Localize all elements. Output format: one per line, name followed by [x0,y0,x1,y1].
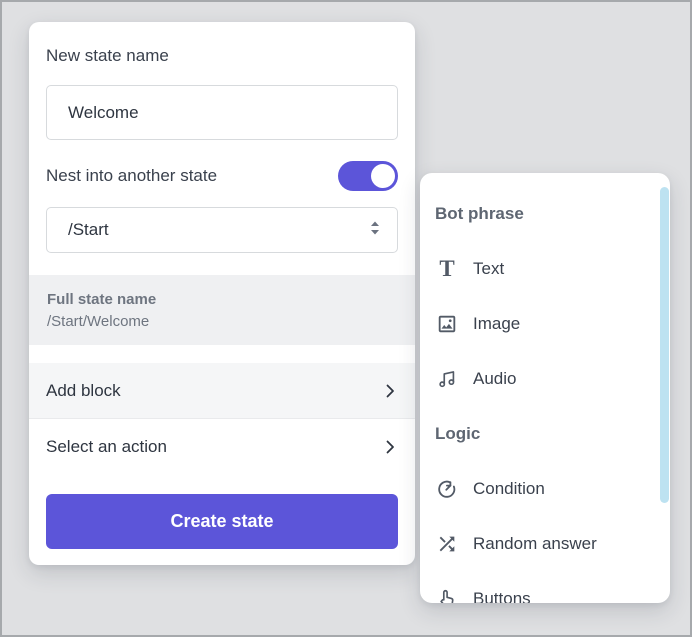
nest-toggle-label: Nest into another state [46,166,217,186]
full-state-name-value: /Start/Welcome [47,311,397,333]
full-state-name-block: Full state name /Start/Welcome [29,275,415,345]
bot-phrase-header-label: Bot phrase [435,204,524,224]
select-action-row[interactable]: Select an action [29,419,415,475]
state-name-input[interactable] [46,85,398,140]
chevron-right-icon [382,383,398,399]
block-menu: Bot phrase T Text Image Audio Logic [420,173,670,603]
menu-scrollbar[interactable] [660,187,669,503]
menu-item-condition[interactable]: Condition [420,461,670,516]
chevron-right-icon [382,439,398,455]
parent-state-value: /Start [68,220,109,240]
sort-arrows-icon [367,219,383,242]
menu-item-label: Condition [473,479,545,499]
create-state-dialog: New state name Nest into another state /… [29,22,415,565]
nest-toggle[interactable] [338,161,398,191]
menu-item-random-answer[interactable]: Random answer [420,516,670,571]
condition-icon [435,477,459,501]
select-action-label: Select an action [46,437,167,457]
parent-state-select[interactable]: /Start [46,207,398,253]
text-icon: T [435,257,459,281]
menu-item-label: Audio [473,369,516,389]
toggle-knob [371,164,395,188]
menu-item-audio[interactable]: Audio [420,351,670,406]
new-state-name-label: New state name [46,22,398,66]
menu-item-buttons[interactable]: Buttons [420,571,670,603]
shuffle-icon [435,532,459,556]
logic-header-label: Logic [435,424,480,444]
audio-icon [435,367,459,391]
add-block-row[interactable]: Add block [29,363,415,419]
menu-item-label: Random answer [473,534,597,554]
menu-item-text[interactable]: T Text [420,241,670,296]
create-state-button[interactable]: Create state [46,494,398,549]
menu-item-label: Image [473,314,520,334]
menu-section-header-logic: Logic [420,406,670,461]
menu-item-label: Buttons [473,589,531,604]
menu-item-image[interactable]: Image [420,296,670,351]
full-state-name-label: Full state name [47,288,397,311]
add-block-label: Add block [46,381,121,401]
menu-section-header-bot-phrase: Bot phrase [420,186,670,241]
pointer-icon [435,587,459,604]
menu-item-label: Text [473,259,504,279]
image-icon [435,312,459,336]
